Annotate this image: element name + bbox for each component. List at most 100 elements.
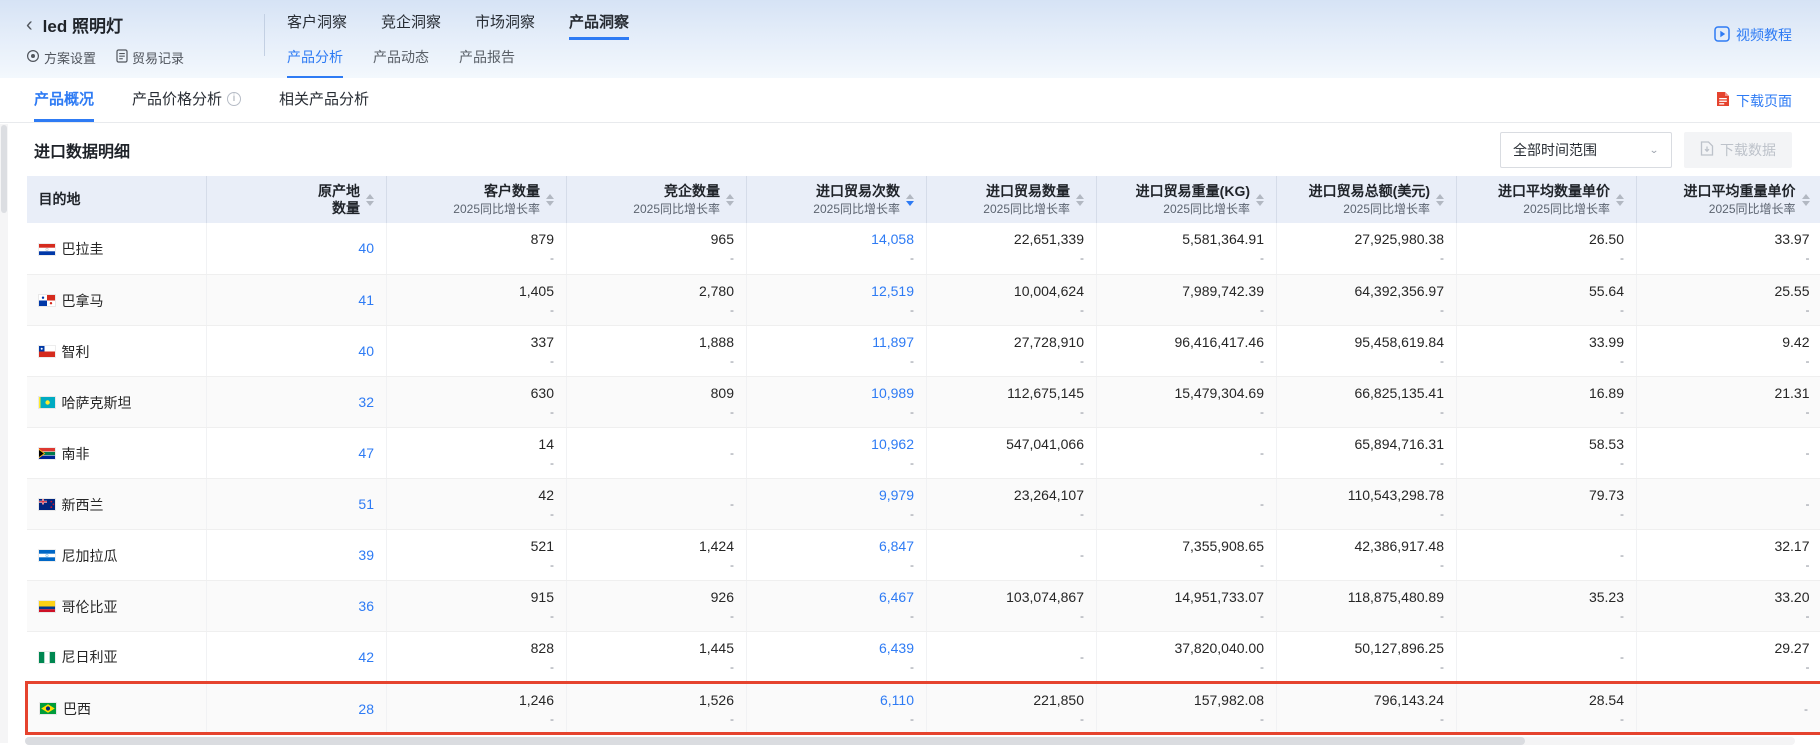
growth-value: - [1109,250,1264,266]
cell-value: 66,825,135.41 [1289,382,1444,404]
trade-times-link[interactable]: 6,439 [759,637,914,659]
column-header-import-avg-quantity-price[interactable]: 进口平均数量单价2025同比增长率 [1457,176,1637,223]
sort-asc-icon[interactable] [1436,194,1444,199]
cell-value: 42 [399,484,554,506]
back-icon[interactable]: ‹ [26,15,33,35]
subnav-product-dynamics[interactable]: 产品动态 [373,47,429,79]
import-data-table: 目的地原产地数量客户数量2025同比增长率竞企数量2025同比增长率进口贸易次数… [25,176,1820,735]
growth-value: - [759,250,914,266]
sort-control-import-avg-quantity-price[interactable] [1616,194,1624,206]
trade-times-link[interactable]: 14,058 [759,228,914,250]
sort-asc-icon[interactable] [1076,194,1084,199]
sort-control-import-avg-weight-price[interactable] [1802,194,1810,206]
sort-asc-icon[interactable] [1256,194,1264,199]
tab-product-price-analysis[interactable]: 产品价格分析i [132,78,241,122]
nav-competitor-insight[interactable]: 竞企洞察 [381,11,441,40]
nav-product-insight[interactable]: 产品洞察 [569,11,629,40]
sort-desc-icon[interactable] [366,201,374,206]
sort-desc-icon[interactable] [1256,201,1264,206]
tab-product-overview[interactable]: 产品概况 [34,78,94,122]
trade-times-link[interactable]: 6,467 [759,586,914,608]
sort-asc-icon[interactable] [1616,194,1624,199]
origin-count-link[interactable]: 32 [219,382,374,422]
empty-value: - [1109,484,1264,524]
sort-asc-icon[interactable] [366,194,374,199]
trade-times-link[interactable]: 12,519 [759,280,914,302]
sort-control-import-trade-weight[interactable] [1256,194,1264,206]
competitor-count-cell: - [567,478,747,529]
trade-times-link[interactable]: 10,989 [759,382,914,404]
trade-times-link[interactable]: 9,979 [759,484,914,506]
growth-sub-label: 2025同比增长率 [633,202,720,217]
column-header-import-trade-quantity[interactable]: 进口贸易数量2025同比增长率 [927,176,1097,223]
column-header-import-avg-weight-price[interactable]: 进口平均重量单价2025同比增长率 [1637,176,1820,223]
cell-value: 33.20 [1649,586,1810,608]
trade-times-link[interactable]: 11,897 [759,331,914,353]
scheme-settings-link[interactable]: 方案设置 [26,48,96,67]
nav-customer-insight[interactable]: 客户洞察 [287,11,347,40]
sort-control-import-trade-amount[interactable] [1436,194,1444,206]
sort-asc-icon[interactable] [546,194,554,199]
competitor-count-cell: 809- [567,376,747,427]
download-page-link[interactable]: 下载页面 [1716,78,1792,123]
sort-desc-icon[interactable] [1616,201,1624,206]
video-tutorial-link[interactable]: 视频教程 [1714,25,1792,45]
column-header-import-trade-times[interactable]: 进口贸易次数2025同比增长率 [747,176,927,223]
subnav-product-analysis[interactable]: 产品分析 [287,47,343,79]
download-data-button[interactable]: 下载数据 [1684,132,1792,168]
destination-cell: 新西兰 [27,478,207,529]
origin-count-link[interactable]: 42 [219,637,374,677]
trade-times-link[interactable]: 6,847 [759,535,914,557]
origin-count-link[interactable]: 40 [219,228,374,268]
sort-asc-icon[interactable] [726,194,734,199]
download-data-label: 下载数据 [1720,140,1776,160]
tab-related-product-analysis[interactable]: 相关产品分析 [279,78,369,122]
cell-value: 221,850 [939,689,1084,711]
sort-control-customer-count[interactable] [546,194,554,206]
sort-asc-icon[interactable] [1802,194,1810,199]
trade-times-link[interactable]: 10,962 [759,433,914,455]
column-header-import-trade-weight[interactable]: 进口贸易重量(KG)2025同比增长率 [1097,176,1277,223]
nav-market-insight[interactable]: 市场洞察 [475,11,535,40]
origin-count-link[interactable]: 40 [219,331,374,371]
column-label-competitor-count: 竞企数量2025同比增长率 [633,183,720,217]
column-header-origin-count[interactable]: 原产地数量 [207,176,387,223]
time-range-select[interactable]: 全部时间范围 ⌄ [1500,132,1672,168]
origin-count-link[interactable]: 41 [219,280,374,320]
trade-times-link[interactable]: 6,110 [759,689,914,711]
subnav-product-report[interactable]: 产品报告 [459,47,515,79]
origin-count-link[interactable]: 39 [219,535,374,575]
origin-count-link[interactable]: 51 [219,484,374,524]
sort-desc-icon[interactable] [546,201,554,206]
column-header-customer-count[interactable]: 客户数量2025同比增长率 [387,176,567,223]
info-icon[interactable]: i [227,92,241,106]
sort-asc-icon[interactable] [906,194,914,199]
sort-desc-icon[interactable] [726,201,734,206]
sort-desc-icon[interactable] [906,201,914,206]
vertical-scrollbar[interactable] [0,124,8,743]
trade-records-link[interactable]: 贸易记录 [116,48,184,67]
growth-value: - [1469,455,1624,471]
sort-desc-icon[interactable] [1436,201,1444,206]
import-avg-weight-price-cell: 9.42- [1637,325,1820,376]
horizontal-scrollbar[interactable] [25,737,1795,745]
sort-desc-icon[interactable] [1076,201,1084,206]
import-trade-quantity-cell: 22,651,339- [927,223,1097,274]
sort-control-origin-count[interactable] [366,194,374,206]
sort-control-import-trade-quantity[interactable] [1076,194,1084,206]
horizontal-scrollbar-thumb[interactable] [25,737,1525,745]
vertical-scrollbar-thumb[interactable] [1,125,7,213]
sort-control-competitor-count[interactable] [726,194,734,206]
customer-count-cell: 14- [387,427,567,478]
origin-count-link[interactable]: 47 [219,433,374,473]
origin-count-cell: 41 [207,274,387,325]
column-header-competitor-count[interactable]: 竞企数量2025同比增长率 [567,176,747,223]
sort-desc-icon[interactable] [1802,201,1810,206]
growth-value: - [939,608,1084,624]
column-header-import-trade-amount[interactable]: 进口贸易总额(美元)2025同比增长率 [1277,176,1457,223]
origin-count-link[interactable]: 36 [219,586,374,626]
sort-control-import-trade-times[interactable] [906,194,914,206]
cell-value: 79.73 [1469,484,1624,506]
origin-count-link[interactable]: 28 [219,689,374,729]
import-trade-weight-cell: 14,951,733.07- [1097,580,1277,631]
